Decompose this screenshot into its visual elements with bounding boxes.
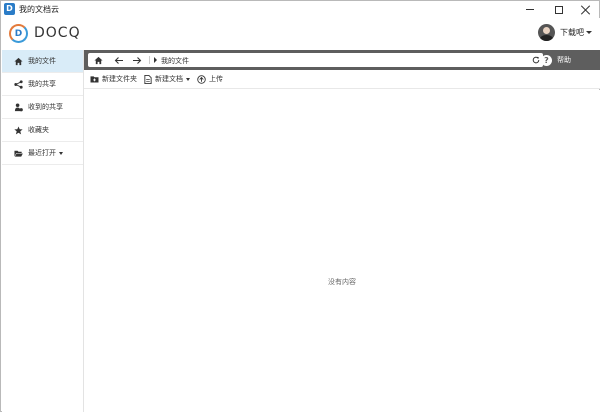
help-icon: ? xyxy=(541,54,552,66)
avatar[interactable] xyxy=(538,24,555,41)
nav-divider xyxy=(149,56,150,64)
file-actions-bar: 新建文件夹 新建文档 上传 xyxy=(84,70,600,89)
minimize-button[interactable] xyxy=(517,1,543,18)
new-folder-icon xyxy=(90,75,99,84)
breadcrumb-arrow-icon xyxy=(154,57,157,63)
forward-button[interactable] xyxy=(130,53,144,67)
help-label: 帮助 xyxy=(557,56,571,64)
sidebar-item-label: 我的文件 xyxy=(28,57,56,65)
close-icon xyxy=(581,5,591,15)
sidebar-item-favorites[interactable]: 收藏夹 xyxy=(2,119,83,142)
navigation-bar: 我的文件 联系人 ? 帮助 xyxy=(84,50,600,70)
upload-button[interactable]: 上传 xyxy=(197,74,223,84)
back-button[interactable] xyxy=(112,53,126,67)
folder-open-icon xyxy=(14,149,23,158)
sidebar-item-label: 我的共享 xyxy=(28,80,56,88)
new-folder-button[interactable]: 新建文件夹 xyxy=(90,74,137,84)
title-bar: D 我的文档云 xyxy=(1,1,599,18)
maximize-icon xyxy=(555,5,563,14)
arrow-left-icon xyxy=(114,56,123,64)
upload-label: 上传 xyxy=(209,75,223,83)
sidebar-item-my-files[interactable]: 我的文件 xyxy=(2,50,83,73)
new-folder-label: 新建文件夹 xyxy=(102,75,137,83)
upload-icon xyxy=(197,74,206,84)
sidebar-item-label: 最近打开 xyxy=(28,149,56,157)
home-icon xyxy=(93,56,103,64)
sidebar-item-received-shares[interactable]: 收到的共享 xyxy=(2,96,83,119)
sidebar-item-label: 收到的共享 xyxy=(28,103,63,111)
logo-text: DOCQ xyxy=(34,25,81,41)
share-icon xyxy=(14,79,23,89)
app-icon: D xyxy=(4,3,15,15)
star-icon xyxy=(14,125,23,135)
home-button[interactable] xyxy=(91,53,105,67)
chevron-down-icon xyxy=(59,151,63,155)
home-icon xyxy=(14,57,23,66)
arrow-right-icon xyxy=(133,56,142,64)
app-window: D 我的文档云 D DOCQ 下载吧 我的文件 我的共享 收到的共享 收藏夹 最… xyxy=(0,0,600,412)
logo-icon: D xyxy=(9,24,28,43)
address-box: 我的文件 xyxy=(88,53,543,67)
logo-mark: D xyxy=(14,28,23,39)
document-icon xyxy=(143,74,152,84)
contacts-button[interactable]: 联系人 xyxy=(490,50,528,70)
minimize-icon xyxy=(526,9,534,10)
chevron-down-icon xyxy=(186,77,190,81)
new-document-button[interactable]: 新建文档 xyxy=(143,74,190,84)
window-title: 我的文档云 xyxy=(19,5,59,14)
sidebar-item-label: 收藏夹 xyxy=(28,126,49,134)
received-share-icon xyxy=(14,102,23,112)
contacts-icon xyxy=(490,55,502,65)
refresh-icon xyxy=(532,56,540,64)
maximize-button[interactable] xyxy=(546,1,572,18)
new-document-label: 新建文档 xyxy=(155,75,183,83)
close-button[interactable] xyxy=(573,1,599,18)
sidebar-item-my-shares[interactable]: 我的共享 xyxy=(2,73,83,96)
app-header: D DOCQ 下载吧 xyxy=(2,18,600,50)
help-button[interactable]: ? 帮助 xyxy=(541,50,571,70)
sidebar: 我的文件 我的共享 收到的共享 收藏夹 最近打开 xyxy=(2,50,84,412)
chevron-down-icon xyxy=(586,31,592,34)
empty-state-text: 没有内容 xyxy=(328,278,356,286)
user-menu[interactable]: 下载吧 xyxy=(538,24,592,41)
contacts-label: 联系人 xyxy=(507,56,528,64)
sidebar-item-recent[interactable]: 最近打开 xyxy=(2,142,83,165)
user-name[interactable]: 下载吧 xyxy=(560,27,584,38)
breadcrumb[interactable]: 我的文件 xyxy=(161,56,189,66)
file-list-area: 没有内容 xyxy=(84,90,600,412)
